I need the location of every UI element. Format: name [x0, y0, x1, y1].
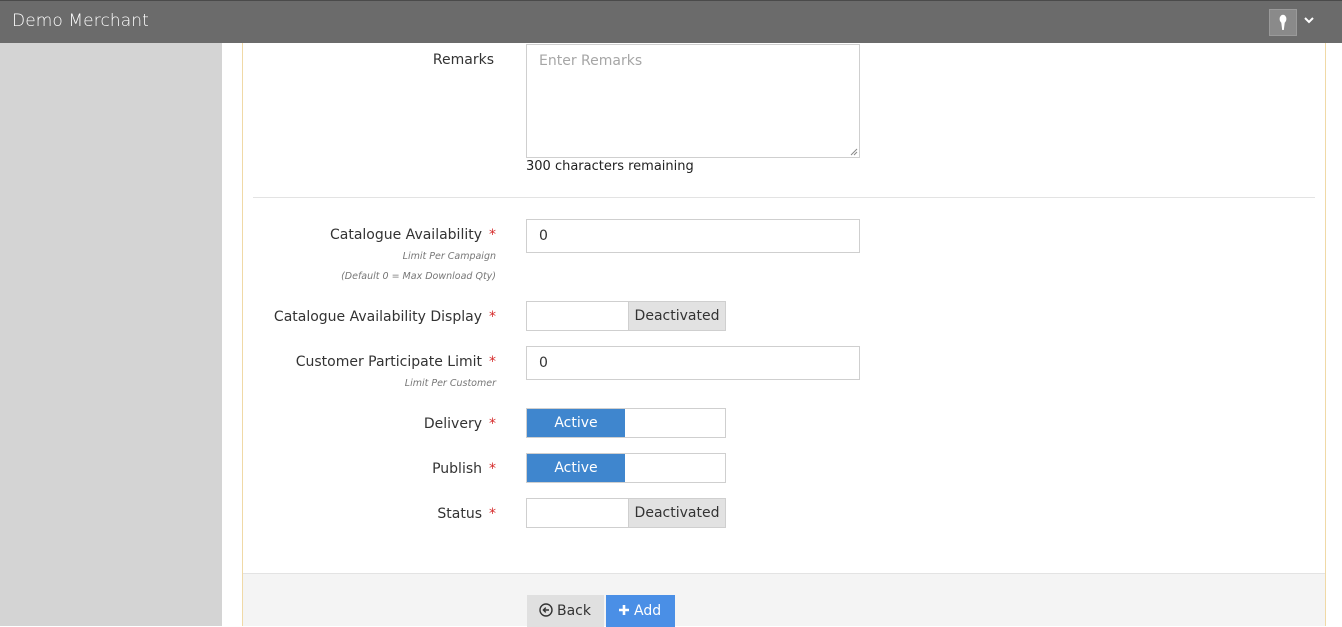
- catalogue-availability-label: Catalogue Availability *: [250, 227, 496, 243]
- status-label-text: Status: [437, 506, 482, 522]
- customer-participate-limit-label: Customer Participate Limit *: [250, 354, 496, 370]
- add-button[interactable]: Add: [606, 595, 675, 627]
- plus-icon: [619, 605, 629, 615]
- publish-label-text: Publish: [432, 461, 482, 477]
- catalogue-availability-input[interactable]: 0: [526, 219, 860, 253]
- top-bar: Demo Merchant: [0, 0, 1342, 43]
- required-marker: *: [489, 416, 496, 432]
- back-button-label: Back: [557, 603, 591, 619]
- remarks-label: Remarks: [300, 52, 494, 68]
- remarks-placeholder: Enter Remarks: [539, 53, 643, 69]
- form-footer: [243, 573, 1325, 626]
- catalogue-availability-display-label-text: Catalogue Availability Display: [273, 309, 482, 325]
- remarks-char-count: 300 characters remaining: [526, 159, 694, 174]
- required-marker: *: [489, 506, 496, 522]
- delivery-toggle[interactable]: Active: [526, 408, 726, 438]
- delivery-label: Delivery *: [250, 416, 496, 432]
- catalogue-availability-default-hint: (Default 0 = Max Download Qty): [341, 271, 496, 282]
- sidebar: [0, 43, 222, 626]
- remarks-label-text: Remarks: [432, 52, 494, 68]
- status-toggle[interactable]: Deactivated: [526, 498, 726, 528]
- status-label: Status *: [250, 506, 496, 522]
- catalogue-availability-label-text: Catalogue Availability: [329, 227, 482, 243]
- catalogue-availability-display-toggle[interactable]: Deactivated: [526, 301, 726, 331]
- customer-participate-limit-input[interactable]: 0: [526, 346, 860, 380]
- toggle-state-deactivated: Deactivated: [628, 499, 725, 527]
- required-marker: *: [489, 309, 496, 325]
- section-divider: [253, 197, 1315, 198]
- delivery-label-text: Delivery: [423, 416, 482, 432]
- customer-participate-limit-hint: Limit Per Customer: [404, 378, 496, 389]
- customer-participate-limit-label-text: Customer Participate Limit: [295, 354, 482, 370]
- circle-arrow-left-icon: [539, 603, 553, 617]
- add-button-label: Add: [634, 603, 662, 619]
- chevron-down-icon[interactable]: [1302, 13, 1316, 27]
- publish-label: Publish *: [250, 461, 496, 477]
- catalogue-availability-hint: Limit Per Campaign: [402, 251, 496, 262]
- toggle-state-deactivated: Deactivated: [628, 302, 725, 330]
- user-avatar[interactable]: [1269, 9, 1297, 36]
- required-marker: *: [489, 227, 496, 243]
- user-silhouette-icon: [1279, 14, 1287, 30]
- remarks-textarea[interactable]: Enter Remarks: [526, 44, 860, 158]
- toggle-state-active: Active: [527, 454, 625, 482]
- publish-toggle[interactable]: Active: [526, 453, 726, 483]
- app-title: Demo Merchant: [12, 11, 149, 31]
- resize-handle-icon[interactable]: [850, 148, 858, 156]
- catalogue-availability-display-label: Catalogue Availability Display *: [250, 309, 496, 325]
- back-button[interactable]: Back: [527, 595, 604, 627]
- required-marker: *: [489, 461, 496, 477]
- required-marker: *: [489, 354, 496, 370]
- toggle-state-active: Active: [527, 409, 625, 437]
